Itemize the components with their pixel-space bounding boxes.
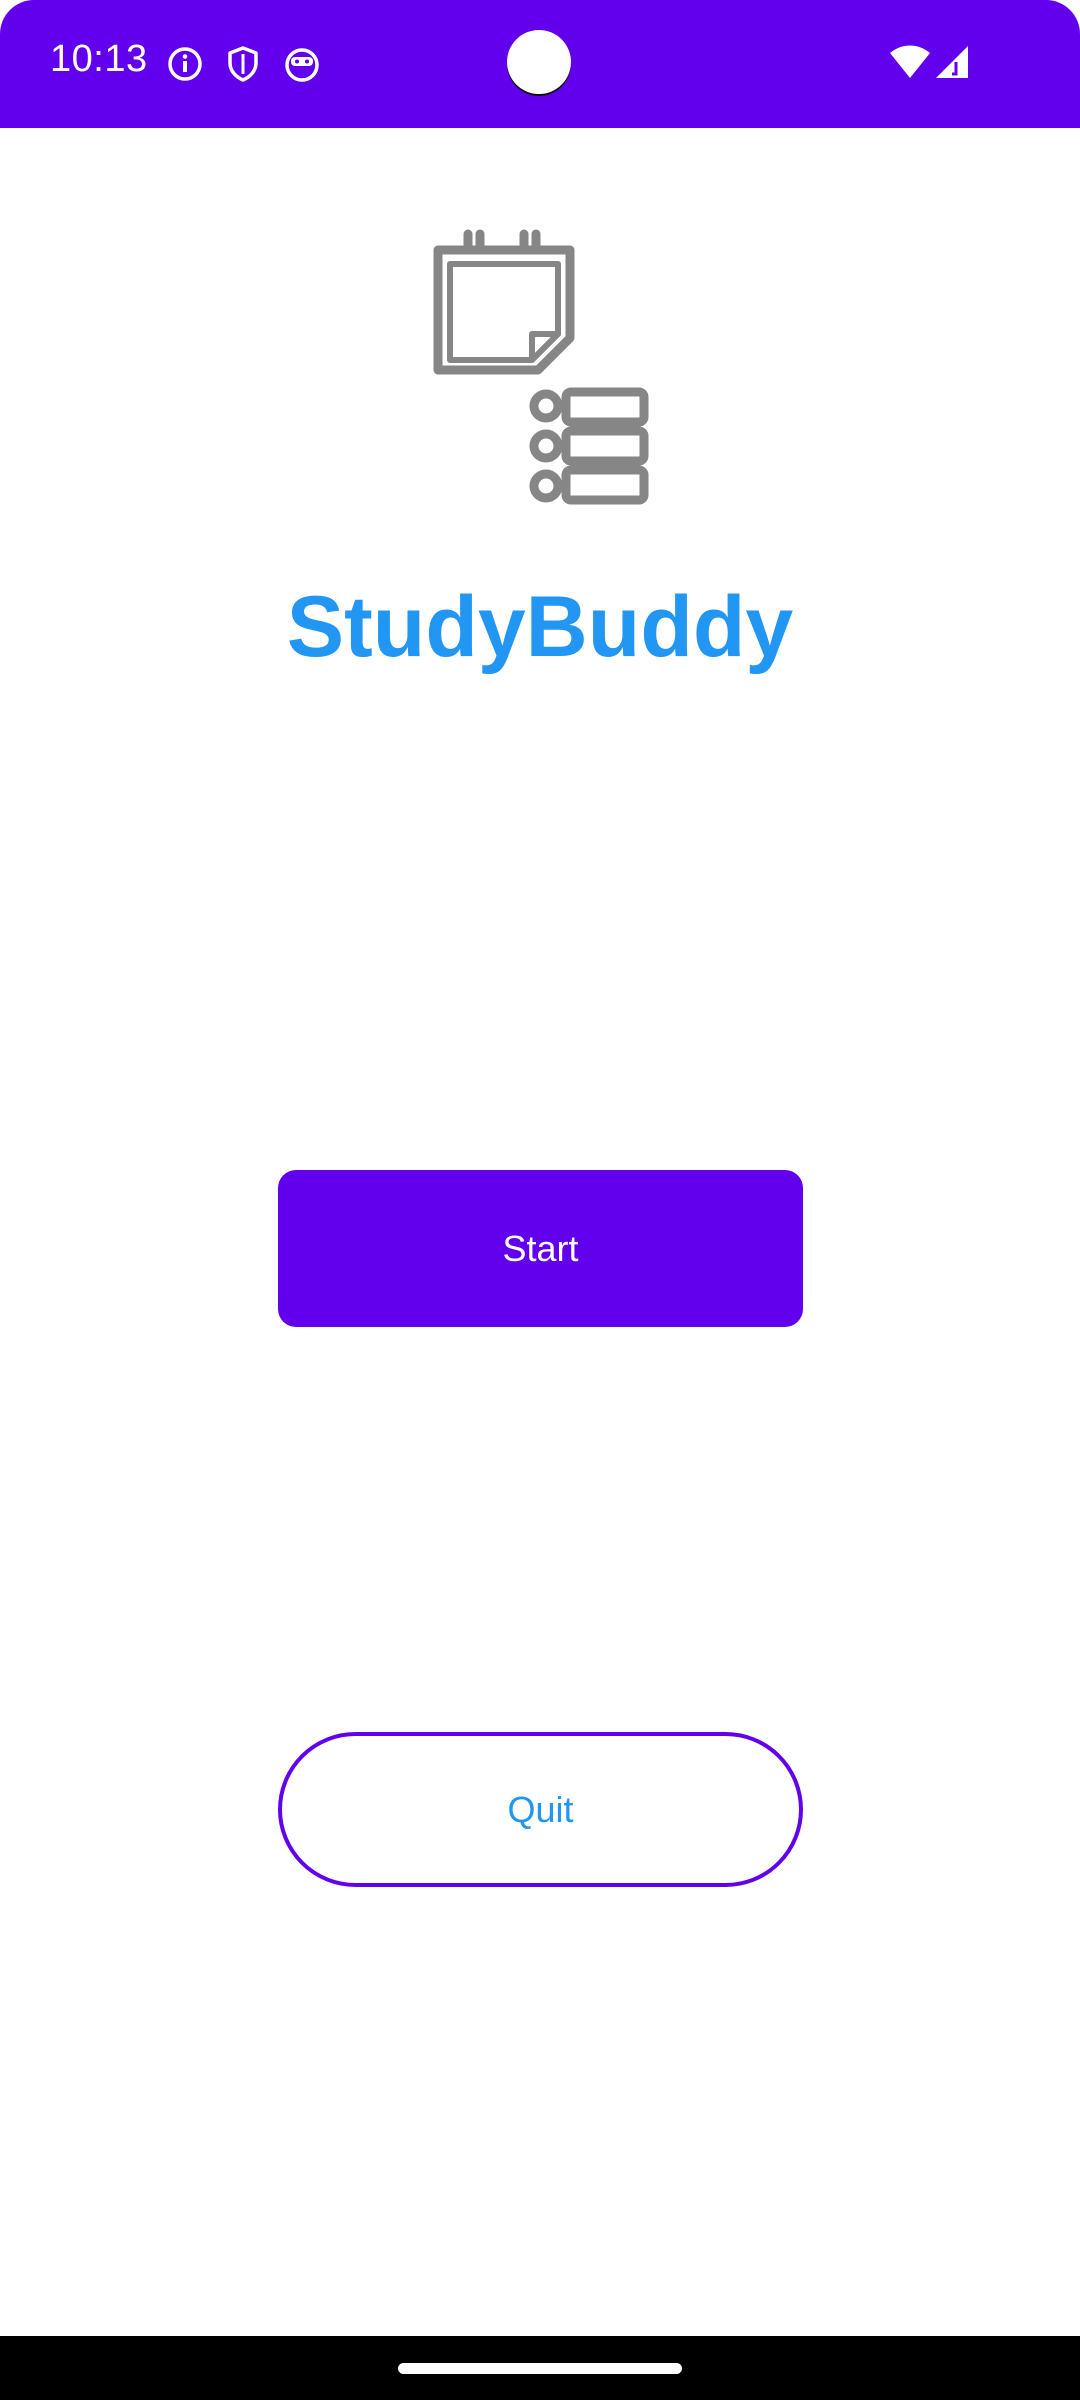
info-icon [166, 45, 204, 83]
android-face-icon [283, 45, 321, 83]
status-time: 10:13 [50, 38, 148, 80]
navigation-bar [0, 2336, 1080, 2400]
status-bar: 10:13 [0, 0, 1080, 128]
app-screen: 10:13 StudyBuddy Start Quit [0, 0, 1080, 2400]
cellular-signal-icon [934, 44, 970, 80]
quit-button[interactable]: Quit [278, 1732, 803, 1887]
start-button[interactable]: Start [278, 1170, 803, 1327]
camera-cutout [507, 30, 571, 94]
wifi-icon [888, 44, 932, 80]
shield-icon [224, 45, 262, 83]
home-indicator[interactable] [398, 2363, 682, 2374]
calendar-list-icon [420, 220, 660, 520]
app-title: StudyBuddy [286, 579, 794, 675]
